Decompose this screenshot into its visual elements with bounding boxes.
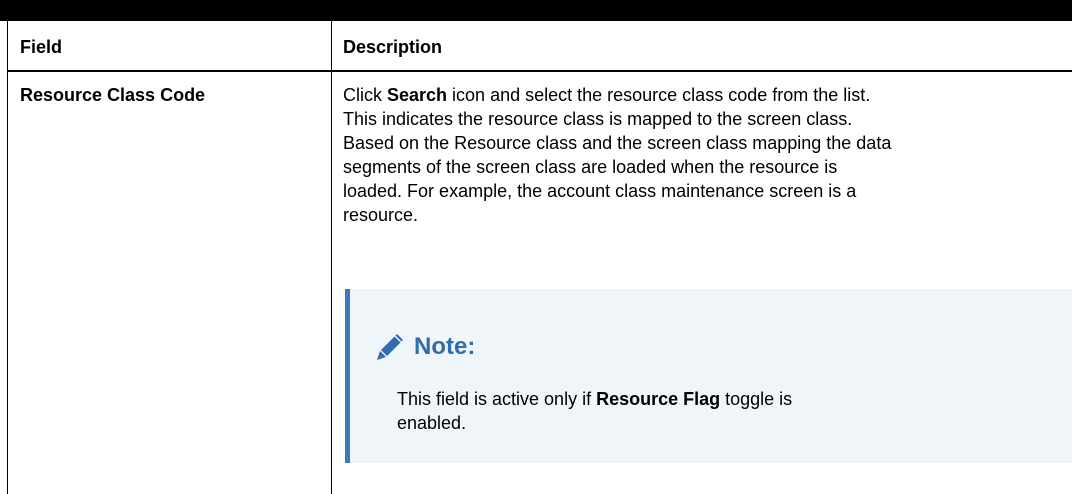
pencil-icon [373, 330, 407, 364]
note-text: This field is active only if Resource Fl… [397, 387, 917, 435]
description-text: Click [343, 85, 387, 105]
note-text-part: toggle is [720, 389, 793, 409]
column-header-field: Field [20, 37, 63, 57]
field-description-table: Field Description Resource Class Code Cl… [7, 21, 1072, 494]
note-title: Note: [414, 333, 476, 360]
note-accent-bar [345, 289, 350, 463]
description-line: segments of the screen class are loaded … [343, 157, 838, 177]
description-text: icon and select the resource class code … [447, 85, 871, 105]
description-line: Based on the Resource class and the scre… [343, 133, 892, 153]
note-box: Note: This field is active only if Resou… [345, 289, 1072, 463]
description-line: This indicates the resource class is map… [343, 109, 853, 129]
column-header-description: Description [343, 37, 443, 57]
note-text-part: enabled. [397, 413, 467, 433]
description-line: loaded. For example, the account class m… [343, 181, 857, 201]
table-column-divider [331, 21, 332, 494]
document-page: Field Description Resource Class Code Cl… [0, 0, 1072, 494]
description-line: Click Search icon and select the resourc… [343, 83, 1072, 107]
top-rule [0, 0, 1072, 21]
note-text-part: This field is active only if [397, 389, 597, 409]
field-name-cell: Resource Class Code [20, 85, 206, 105]
note-bold-term: Resource Flag [596, 389, 721, 409]
table-header-rule [7, 70, 1072, 72]
description-cell: Click Search icon and select the resourc… [343, 83, 1072, 227]
description-bold-term: Search [387, 85, 448, 105]
description-line: resource. [343, 205, 419, 225]
table-border-left [7, 21, 8, 494]
